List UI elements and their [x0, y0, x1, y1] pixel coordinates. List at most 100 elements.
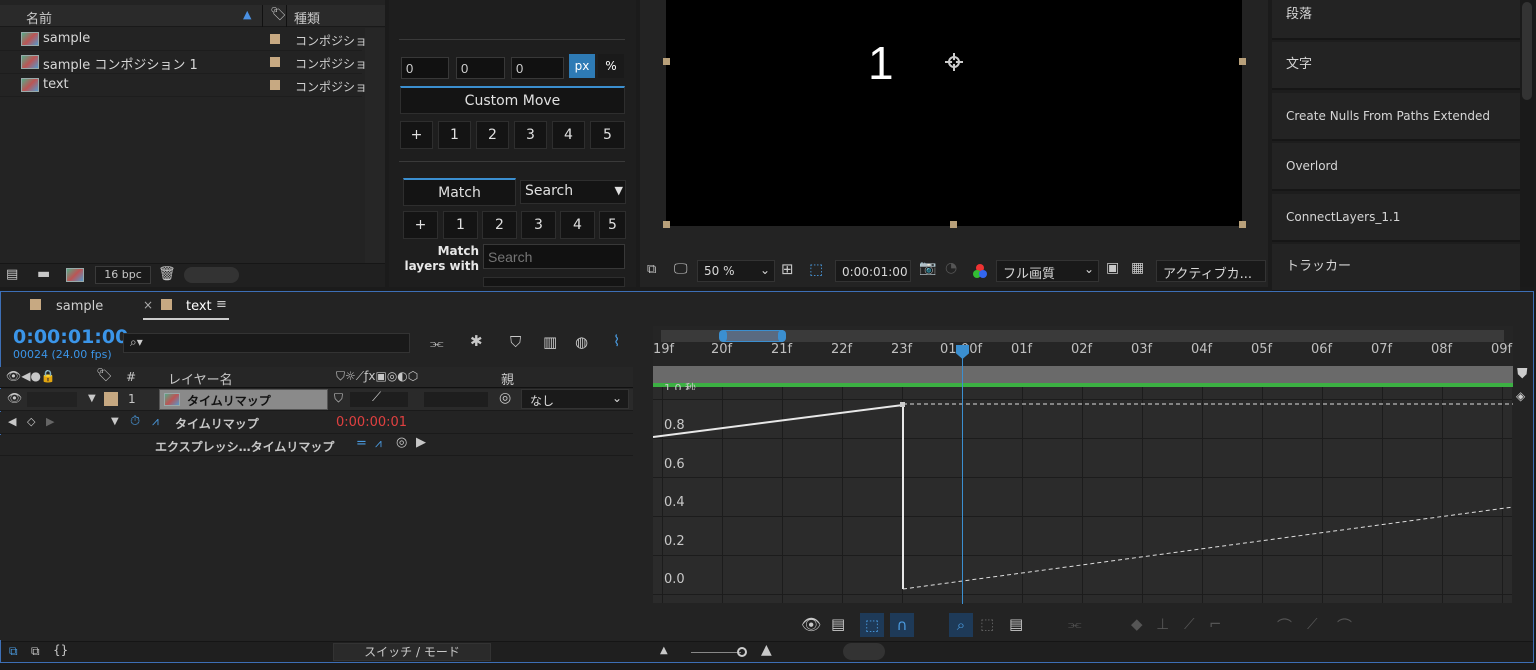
scroll-thumb[interactable]	[1522, 2, 1532, 100]
panel-menu-icon[interactable]: ≡	[216, 297, 227, 312]
work-area-bar[interactable]	[661, 330, 1504, 342]
ease-in-icon[interactable]: ⟋	[1307, 615, 1318, 633]
panel-paragraph[interactable]: 段落	[1272, 0, 1520, 40]
toggle-transparency-icon[interactable]: ▦	[1131, 260, 1144, 276]
tab-sample[interactable]: sample	[56, 299, 103, 314]
monitor-icon[interactable]: 🖵	[674, 261, 688, 277]
expression-pickwhip-icon[interactable]: ◎	[396, 435, 407, 450]
move-preset-3-button[interactable]: 3	[514, 121, 547, 149]
label-swatch[interactable]	[270, 34, 280, 44]
fit-selection-icon[interactable]: ⬚	[980, 615, 994, 633]
collapse-switch-icon[interactable]: ⛉	[334, 391, 343, 406]
col-layer-name[interactable]: レイヤー名	[168, 369, 233, 388]
panel-tracker[interactable]: トラッカー	[1272, 244, 1520, 292]
match-dropdown[interactable]	[483, 277, 625, 287]
label-swatch[interactable]	[270, 80, 280, 90]
property-value[interactable]: 0:00:00:01	[336, 415, 407, 430]
viewer-timecode[interactable]: 0:00:01:00	[835, 260, 911, 282]
move-preset-2-button[interactable]: 2	[476, 121, 509, 149]
zoom-select[interactable]: 50 % ⌄	[697, 260, 775, 282]
custom-move-button[interactable]: Custom Move	[400, 86, 625, 114]
new-composition-icon[interactable]	[66, 268, 84, 282]
col-parent[interactable]: 親	[501, 369, 514, 388]
work-area-end-handle[interactable]	[778, 330, 786, 342]
label-tag-icon[interactable]: 🏷	[270, 7, 287, 22]
expression-menu-icon[interactable]: ▶	[416, 435, 426, 450]
unit-px-button[interactable]: px	[569, 54, 595, 78]
next-keyframe-icon[interactable]: ▶	[46, 415, 54, 428]
active-camera-select[interactable]: アクティブカ...	[1156, 260, 1266, 282]
fast-preview-icon[interactable]: ▣	[1106, 260, 1119, 276]
interpret-footage-icon[interactable]: ▤	[6, 267, 18, 282]
expression-graph-icon[interactable]: ⩘	[375, 436, 382, 451]
project-item[interactable]: sample コンポジション 1 コンポジショ	[0, 51, 365, 74]
shy-layers-icon[interactable]: ⛉	[510, 333, 521, 351]
layer-row[interactable]: 👁 ▼ 1 タイムリマップ ⛉ ⟋ ◎ なし ⌄	[0, 389, 633, 411]
new-folder-icon[interactable]: ▬	[37, 266, 50, 282]
hold-keyframe-icon[interactable]: ⊥	[1156, 615, 1169, 633]
horizontal-scroll-thumb[interactable]	[184, 267, 239, 283]
graph-toggle-icon[interactable]: ⩘	[152, 414, 159, 429]
av-features-icons[interactable]: 👁◀●🔒	[6, 369, 56, 383]
label-swatch[interactable]	[270, 57, 280, 67]
bounding-handle[interactable]	[663, 58, 670, 65]
work-area-start-handle[interactable]	[719, 330, 727, 342]
current-time[interactable]: 0:00:01:00	[13, 326, 128, 348]
fit-all-icon[interactable]: ▤	[1009, 615, 1023, 633]
work-area-range[interactable]	[723, 330, 783, 342]
auto-zoom-icon[interactable]: ⌕	[949, 613, 973, 637]
move-preset-4-button[interactable]: 4	[552, 121, 585, 149]
splitter[interactable]	[633, 367, 653, 640]
unit-percent-button[interactable]: %	[598, 54, 624, 78]
col-number[interactable]: #	[126, 370, 136, 384]
add-keyframe-icon[interactable]: ◇	[27, 415, 35, 428]
transparency-grid-icon[interactable]: ⬚	[809, 260, 823, 278]
tab-text[interactable]: text	[186, 299, 212, 314]
pickwhip-icon[interactable]: ◎	[499, 390, 511, 406]
transfer-controls-icon[interactable]: ⧉	[31, 644, 40, 659]
current-time-indicator[interactable]	[962, 352, 963, 604]
bounding-handle[interactable]	[1239, 58, 1246, 65]
av-switch-cells[interactable]	[27, 392, 77, 407]
label-tag-icon[interactable]: 🏷	[96, 368, 113, 383]
show-snapshot-icon[interactable]: ◔	[945, 260, 957, 276]
move-preset-1-button[interactable]: 1	[438, 121, 471, 149]
match-preset-2-button[interactable]: 2	[482, 211, 517, 239]
project-scrollbar[interactable]	[365, 28, 385, 263]
graph-editor-icon[interactable]: ⌇	[613, 332, 620, 350]
graph-visibility-icon[interactable]: 👁	[801, 615, 821, 634]
x-input[interactable]	[401, 57, 449, 79]
col-type-header[interactable]: 種類	[294, 8, 320, 27]
resolution-select[interactable]: フル画質 ⌄	[996, 260, 1099, 282]
transform-box-icon[interactable]: ⬚	[860, 613, 884, 637]
linear-keyframe-icon[interactable]: ⟋	[1184, 615, 1195, 633]
close-tab-icon[interactable]: ×	[143, 298, 153, 312]
color-channels-icon[interactable]	[972, 263, 988, 279]
bounding-handle[interactable]	[1239, 221, 1246, 228]
stopwatch-icon[interactable]: ⏱	[130, 414, 140, 429]
in-out-icon[interactable]: {}	[53, 643, 68, 657]
zoom-slider-track[interactable]	[691, 652, 741, 653]
expression-enable-icon[interactable]: =	[356, 436, 367, 451]
bounding-handle[interactable]	[663, 221, 670, 228]
anchor-point-icon[interactable]	[944, 52, 964, 72]
right-panel-scrollbar[interactable]	[1520, 0, 1534, 287]
match-preset-5-button[interactable]: 5	[599, 211, 626, 239]
add-match-button[interactable]: +	[403, 211, 438, 239]
graph-type-icon[interactable]: ▤	[831, 615, 845, 633]
switch-cells[interactable]	[424, 392, 488, 407]
composition-flowchart-icon[interactable]: ⫘	[430, 334, 444, 352]
panel-character[interactable]: 文字	[1272, 42, 1520, 90]
match-preset-1-button[interactable]: 1	[443, 211, 478, 239]
sort-asc-icon[interactable]: ▲	[243, 8, 251, 21]
snap-icon[interactable]: ∩	[890, 613, 914, 637]
region-of-interest-icon[interactable]: ⊞	[781, 260, 794, 278]
always-preview-icon[interactable]: ⧉	[647, 262, 656, 277]
comp-end-marker-icon[interactable]: ⛊	[1517, 366, 1528, 382]
panel-create-nulls[interactable]: Create Nulls From Paths Extended	[1272, 93, 1520, 141]
layer-bar-track[interactable]	[653, 366, 1513, 384]
value-graph[interactable]	[653, 387, 1513, 603]
property-row[interactable]: ◀ ◇ ▶ ▼ ⏱ ⩘ タイムリマップ 0:00:00:01	[0, 412, 633, 434]
easy-ease-icon[interactable]: ⌒	[1277, 615, 1292, 636]
expand-triangle-icon[interactable]: ▼	[111, 416, 119, 427]
